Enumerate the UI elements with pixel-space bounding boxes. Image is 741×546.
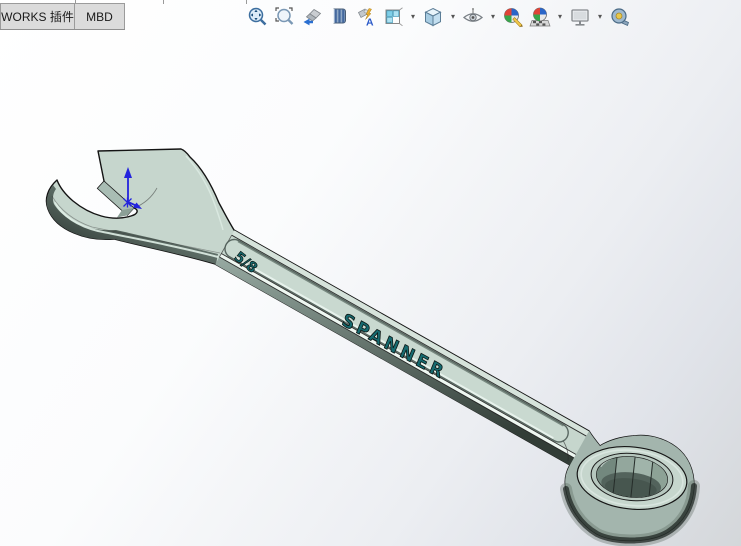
- edit-appearance-button[interactable]: [501, 5, 525, 29]
- view-orientation-icon: [385, 7, 403, 27]
- view-settings-dropdown[interactable]: ▾: [595, 5, 605, 29]
- view-orientation-button[interactable]: [381, 5, 405, 29]
- display-style-icon: [424, 7, 442, 27]
- tab-solidworks-addins[interactable]: WORKS 插件: [0, 3, 74, 29]
- measure-tape-button[interactable]: [608, 5, 632, 29]
- tab-mbd[interactable]: MBD: [74, 3, 125, 29]
- zoom-to-fit-button[interactable]: [246, 5, 270, 29]
- previous-view-button[interactable]: [300, 5, 324, 29]
- edit-appearance-icon: [504, 8, 523, 28]
- toolbar-remnant-tick: [163, 0, 164, 4]
- display-style-dropdown[interactable]: ▾: [448, 5, 458, 29]
- hide-show-items-dropdown[interactable]: ▾: [488, 5, 498, 29]
- previous-view-icon: [303, 8, 322, 26]
- apply-scene-icon: [529, 7, 551, 27]
- zoom-to-area-icon: [275, 7, 294, 25]
- command-manager-tabs: WORKS 插件 MBD: [0, 3, 125, 30]
- dynamic-annotation-views-icon: A: [357, 8, 374, 29]
- section-view-button[interactable]: [327, 5, 351, 29]
- shank-top-bevel: [231, 230, 590, 437]
- spanner-model[interactable]: 5/8 SPANNER: [45, 148, 700, 546]
- view-settings-button[interactable]: [568, 5, 592, 29]
- apply-scene-button[interactable]: [528, 5, 552, 29]
- section-view-icon: [333, 8, 346, 24]
- view-settings-icon: [571, 9, 589, 26]
- solidworks-window: 5/8 SPANNER WORKS 插件 MBD A ▾ ▾ ▾ ▾ ▾: [0, 0, 741, 546]
- viewport-3d[interactable]: 5/8 SPANNER: [0, 0, 741, 546]
- display-style-button[interactable]: [421, 5, 445, 29]
- shank-tangent-edge-1: [231, 234, 587, 437]
- zoom-to-fit-icon: [248, 7, 267, 26]
- heads-up-view-toolbar: A ▾ ▾ ▾ ▾ ▾: [246, 5, 632, 29]
- ring-end: [560, 431, 700, 546]
- toolbar-remnant-tick: [246, 0, 247, 4]
- measure-tape-icon: [611, 8, 629, 27]
- view-orientation-dropdown[interactable]: ▾: [408, 5, 418, 29]
- svg-text:A: A: [366, 17, 374, 29]
- hide-show-items-button[interactable]: [461, 5, 485, 29]
- zoom-to-area-button[interactable]: [273, 5, 297, 29]
- hide-show-items-icon: [462, 8, 484, 22]
- apply-scene-dropdown[interactable]: ▾: [555, 5, 565, 29]
- shank-bottom-side-wall: [215, 257, 575, 466]
- dynamic-annotation-views-button[interactable]: A: [354, 5, 378, 29]
